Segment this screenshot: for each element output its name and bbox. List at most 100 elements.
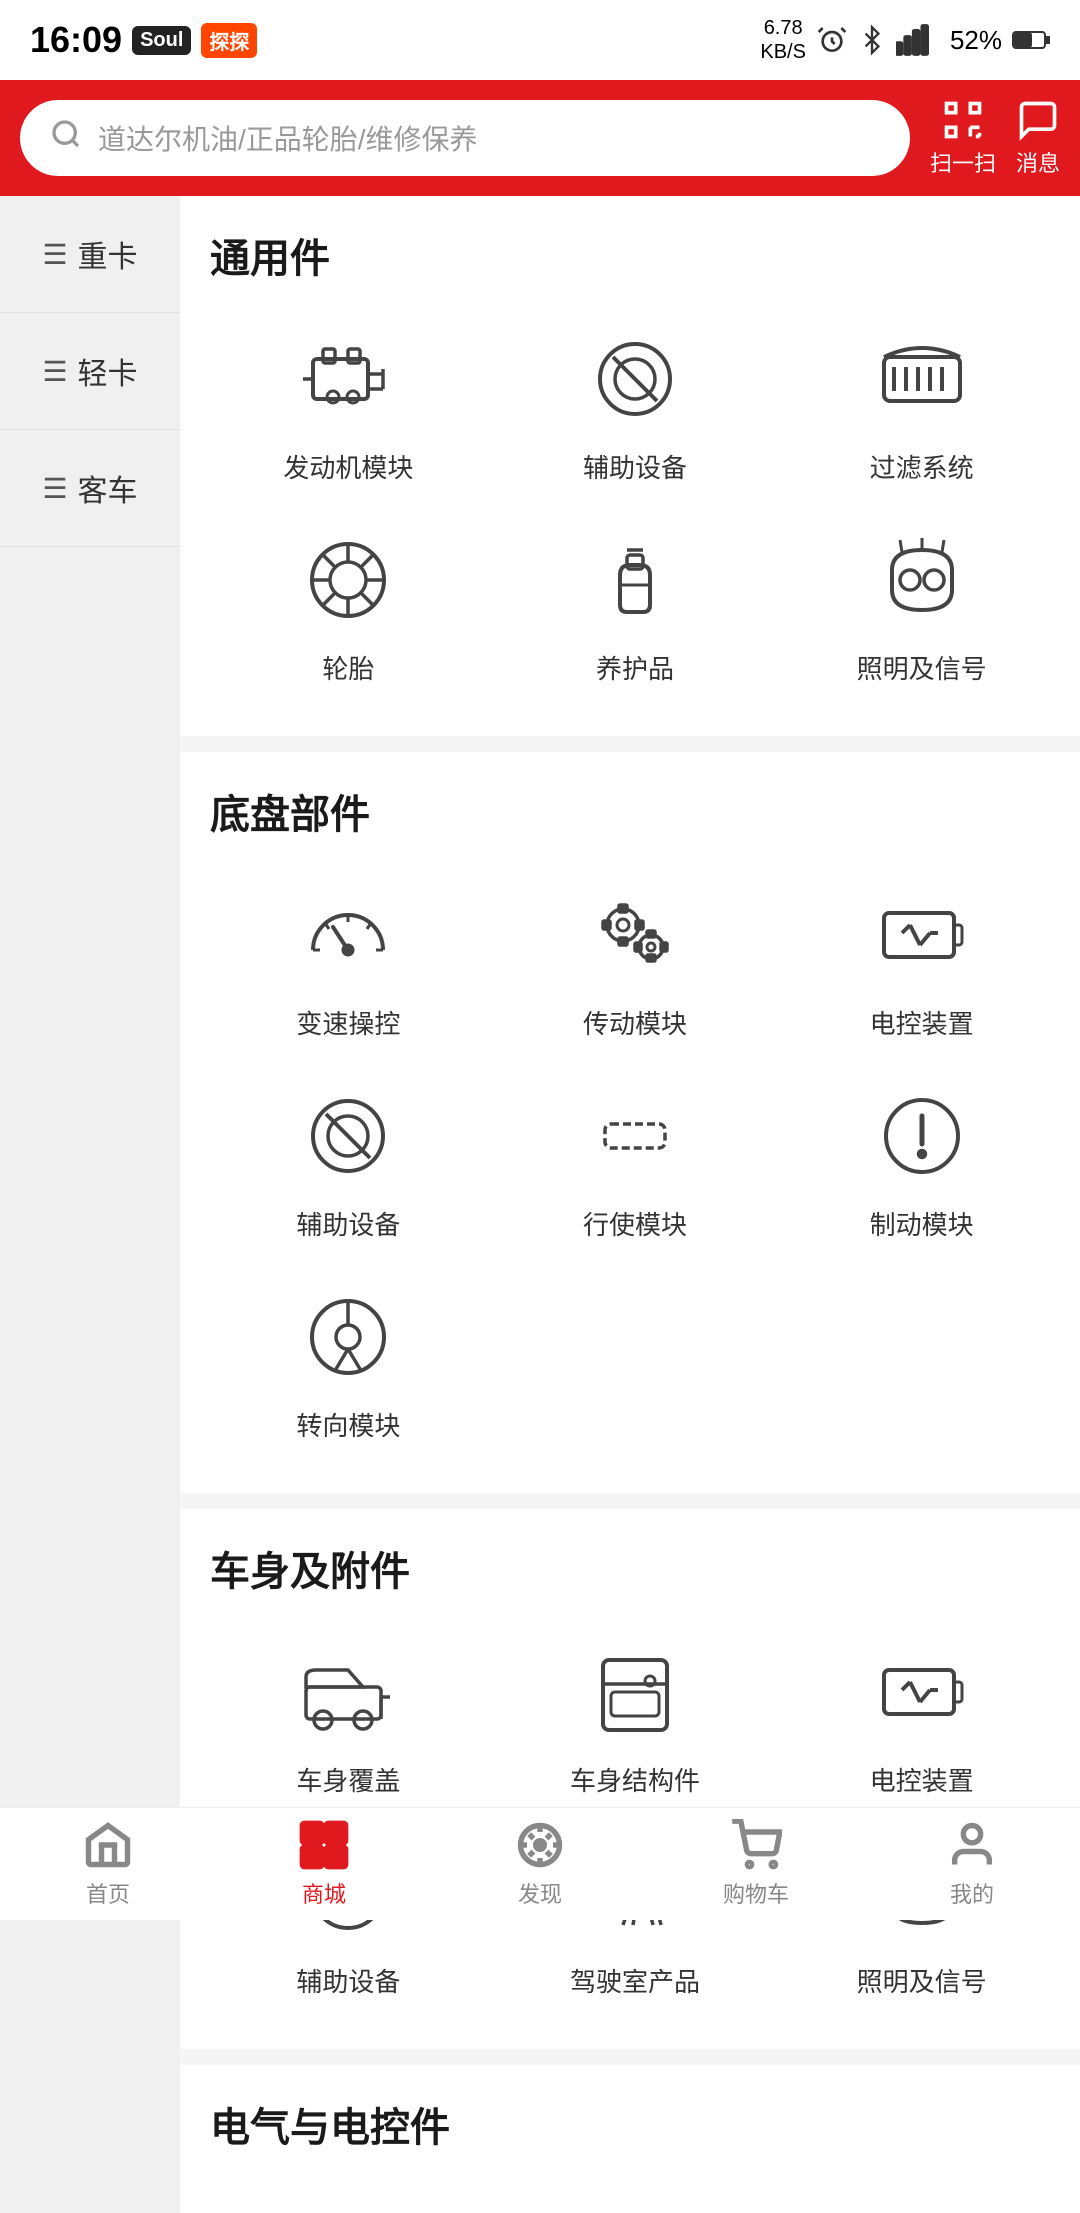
battery-icon <box>1012 24 1050 56</box>
soul-app-icon: Soul <box>132 26 191 55</box>
item-gearbox[interactable]: 变速操控 <box>210 870 487 1051</box>
section-cheshenfujian: 车身及附件 车身覆盖 <box>210 1493 1060 2009</box>
item-steering[interactable]: 转向模块 <box>210 1272 487 1453</box>
sidebar-label-keche: 客车 <box>78 466 138 510</box>
scan-button[interactable]: 扫一扫 <box>930 98 996 178</box>
sidebar-item-zhongka[interactable]: ☰ 重卡 <box>0 196 180 313</box>
signal-icon <box>896 24 940 56</box>
item-label-carbody: 车身覆盖 <box>296 1761 400 1798</box>
item-label-ecu-body: 电控装置 <box>870 1761 974 1798</box>
item-label-filter-system: 过滤系统 <box>870 448 974 485</box>
search-icon <box>50 118 82 158</box>
header: 道达尔机油/正品轮胎/维修保养 扫一扫 消息 <box>0 80 1080 196</box>
brake-icon <box>867 1081 977 1191</box>
grid-dichan: 变速操控 <box>210 870 1060 1453</box>
nav-shop-label: 商城 <box>302 1877 346 1909</box>
section-title-dichan: 底盘部件 <box>210 782 1060 840</box>
tire-icon <box>293 525 403 635</box>
item-label-aux-body: 辅助设备 <box>296 1962 400 1999</box>
item-filter-system[interactable]: 过滤系统 <box>783 314 1060 495</box>
scan-label: 扫一扫 <box>930 146 996 178</box>
bottom-nav: 首页 商城 发现 购物 <box>0 1807 1080 1920</box>
nav-user-label: 我的 <box>950 1877 994 1909</box>
alarm-icon <box>816 24 848 56</box>
item-label-transmission: 传动模块 <box>583 1004 687 1041</box>
ecu-icon <box>867 880 977 990</box>
item-drive[interactable]: 行使模块 <box>497 1071 774 1252</box>
menu-icon-keche: ☰ <box>42 472 67 505</box>
drive-icon <box>580 1081 690 1191</box>
item-lighting[interactable]: 照明及信号 <box>783 515 1060 696</box>
sidebar-item-keche[interactable]: ☰ 客车 <box>0 430 180 547</box>
item-transmission[interactable]: 传动模块 <box>497 870 774 1051</box>
sidebar-item-qingka[interactable]: ☰ 轻卡 <box>0 313 180 430</box>
item-aux-equipment[interactable]: 辅助设备 <box>497 314 774 495</box>
status-icons: 6.78KB/S 52% <box>760 16 1050 64</box>
nav-shop[interactable]: 商城 <box>216 1819 432 1909</box>
menu-icon-zhongka: ☰ <box>42 238 67 271</box>
filter-system-icon <box>867 324 977 434</box>
nav-home[interactable]: 首页 <box>0 1819 216 1909</box>
item-label-gearbox: 变速操控 <box>296 1004 400 1041</box>
oil-icon <box>580 525 690 635</box>
lighting-icon <box>867 525 977 635</box>
item-label-tire: 轮胎 <box>322 649 374 686</box>
section-dichan: 底盘部件 <box>210 736 1060 1453</box>
message-button[interactable]: 消息 <box>1016 98 1060 178</box>
item-label-lighting-body: 照明及信号 <box>857 1962 987 1999</box>
item-label-brake: 制动模块 <box>870 1205 974 1242</box>
engine-module-icon <box>293 324 403 434</box>
tantan-app-icon: 探探 <box>201 23 257 58</box>
item-label-lighting: 照明及信号 <box>857 649 987 686</box>
ecu-body-icon <box>867 1637 977 1747</box>
nav-cart[interactable]: 购物车 <box>648 1819 864 1909</box>
section-divider-1 <box>180 736 1080 752</box>
steering-icon <box>293 1282 403 1392</box>
item-label-cardoor: 车身结构件 <box>570 1761 700 1798</box>
item-label-driver-cabin: 驾驶室产品 <box>570 1962 700 1999</box>
item-oil[interactable]: 养护品 <box>497 515 774 696</box>
item-engine-module[interactable]: 发动机模块 <box>210 314 487 495</box>
aux-chassis-icon <box>293 1081 403 1191</box>
item-label-engine-module: 发动机模块 <box>283 448 413 485</box>
search-placeholder-text: 道达尔机油/正品轮胎/维修保养 <box>98 118 478 158</box>
message-label: 消息 <box>1016 146 1060 178</box>
item-cardoor[interactable]: 车身结构件 <box>497 1627 774 1808</box>
bluetooth-icon <box>858 24 886 56</box>
item-label-aux-chassis: 辅助设备 <box>296 1205 400 1242</box>
status-time: 16:09 <box>30 19 122 61</box>
item-label-oil: 养护品 <box>596 649 674 686</box>
item-ecu[interactable]: 电控装置 <box>783 870 1060 1051</box>
item-carbody[interactable]: 车身覆盖 <box>210 1627 487 1808</box>
sidebar-label-zhongka: 重卡 <box>78 232 138 276</box>
nav-cart-label: 购物车 <box>723 1877 789 1909</box>
cardoor-icon <box>580 1637 690 1747</box>
net-speed-icon: 6.78KB/S <box>760 16 806 64</box>
section-tongyongjian: 通用件 <box>210 226 1060 696</box>
grid-tongyongjian: 发动机模块 辅助设备 <box>210 314 1060 696</box>
item-aux-chassis[interactable]: 辅助设备 <box>210 1071 487 1252</box>
menu-icon-qingka: ☰ <box>42 355 67 388</box>
nav-user[interactable]: 我的 <box>864 1819 1080 1909</box>
item-ecu-body[interactable]: 电控装置 <box>783 1627 1060 1808</box>
nav-discover-label: 发现 <box>518 1877 562 1909</box>
nav-discover[interactable]: 发现 <box>432 1819 648 1909</box>
battery-indicator: 52% <box>950 25 1002 56</box>
item-label-drive: 行使模块 <box>583 1205 687 1242</box>
section-divider-2 <box>180 1493 1080 1509</box>
section-title-tongyongjian: 通用件 <box>210 226 1060 284</box>
status-bar: 16:09 Soul 探探 6.78KB/S 52% <box>0 0 1080 80</box>
item-label-ecu: 电控装置 <box>870 1004 974 1041</box>
carbody-icon <box>293 1637 403 1747</box>
header-actions: 扫一扫 消息 <box>930 98 1060 178</box>
section-title-dianqi: 电气与电控件 <box>210 2095 1060 2153</box>
item-tire[interactable]: 轮胎 <box>210 515 487 696</box>
search-bar[interactable]: 道达尔机油/正品轮胎/维修保养 <box>20 100 910 176</box>
section-divider-3 <box>180 2049 1080 2065</box>
section-title-cheshen: 车身及附件 <box>210 1539 1060 1597</box>
section-dianqi: 电气与电控件 <box>210 2049 1060 2153</box>
aux-equipment-icon <box>580 324 690 434</box>
transmission-icon <box>580 880 690 990</box>
item-brake[interactable]: 制动模块 <box>783 1071 1060 1252</box>
item-label-aux-equipment: 辅助设备 <box>583 448 687 485</box>
